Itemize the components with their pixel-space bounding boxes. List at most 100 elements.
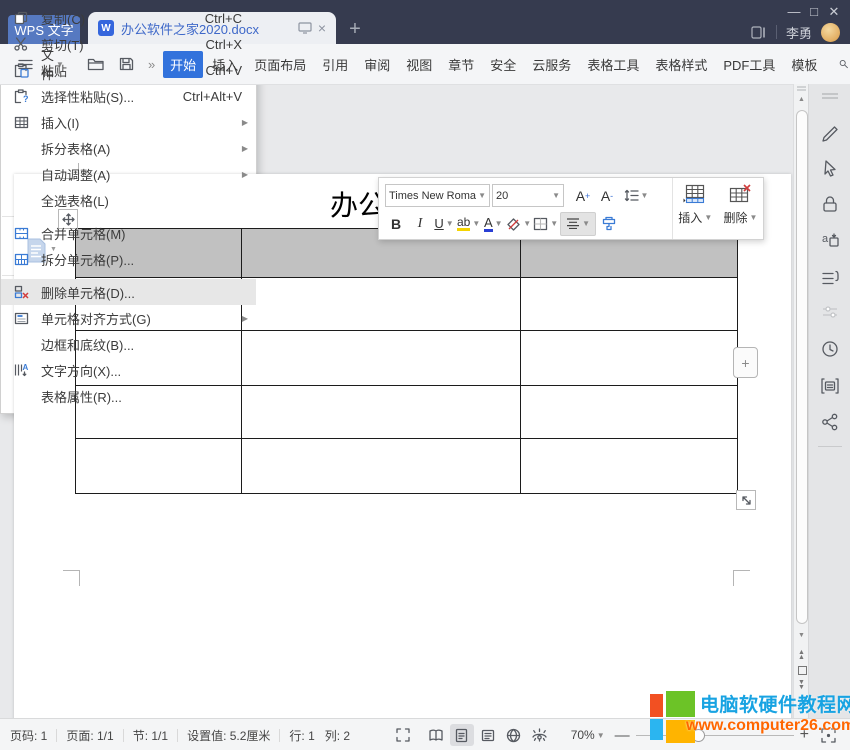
outline-list-icon[interactable] xyxy=(820,266,840,286)
status-section[interactable]: 节: 1/1 xyxy=(133,727,168,744)
highlight-button[interactable]: ab ▼ xyxy=(457,213,480,235)
maximize-button[interactable]: □ xyxy=(804,3,824,21)
find-button[interactable]: 查找 xyxy=(839,45,850,83)
menu-item-paste[interactable]: 粘贴 Ctrl+V xyxy=(1,57,256,83)
tab-section[interactable]: 章节 xyxy=(441,51,481,78)
zoom-out-button[interactable]: — xyxy=(615,727,630,744)
table-cell[interactable] xyxy=(242,331,521,386)
menu-item-split-cells[interactable]: 拆分单元格(P)... xyxy=(1,246,256,272)
menu-item-split-table[interactable]: 拆分表格(A) ▶ xyxy=(1,135,256,161)
menu-item-insert[interactable]: 插入(I) ▶ xyxy=(1,109,256,135)
tab-review[interactable]: 审阅 xyxy=(357,51,397,78)
dropdown-arrow: ▼ xyxy=(641,191,649,200)
history-clock-icon[interactable] xyxy=(820,339,840,359)
tab-table-tools[interactable]: 表格工具 xyxy=(580,51,646,78)
menu-item-cut[interactable]: 剪切(T) Ctrl+X xyxy=(1,31,256,57)
tab-preview-icon[interactable] xyxy=(298,22,312,34)
font-size-select[interactable]: 20 ▼ xyxy=(492,184,564,207)
drag-handle-icon[interactable] xyxy=(820,92,840,112)
web-view-icon[interactable] xyxy=(502,724,526,746)
font-color-button[interactable]: A ▼ xyxy=(482,213,504,235)
table-resize-handle[interactable] xyxy=(736,490,756,510)
shrink-font-button[interactable]: A- xyxy=(596,185,618,207)
split-handle-icon[interactable] xyxy=(797,86,806,92)
minimize-button[interactable]: — xyxy=(784,3,804,21)
menu-item-cell-alignment[interactable]: 单元格对齐方式(G) ▶ xyxy=(1,305,256,331)
eye-protect-icon[interactable] xyxy=(528,724,552,746)
lock-icon[interactable] xyxy=(820,194,840,214)
tab-security[interactable]: 安全 xyxy=(483,51,523,78)
table-cell[interactable] xyxy=(242,386,521,439)
menu-item-delete-cells[interactable]: 删除单元格(D)... xyxy=(1,279,256,305)
fullscreen-icon[interactable] xyxy=(391,724,415,746)
delete-cells-icon xyxy=(13,285,29,299)
tab-pdf-tools[interactable]: PDF工具 xyxy=(716,51,782,78)
translate-icon[interactable]: a xyxy=(820,230,840,250)
underline-label: U xyxy=(434,216,443,231)
new-tab-button[interactable]: + xyxy=(344,18,366,40)
select-cursor-icon[interactable] xyxy=(820,159,840,179)
tab-page-layout[interactable]: 页面布局 xyxy=(247,51,313,78)
menu-item-borders-shading[interactable]: 边框和底纹(B)... xyxy=(1,331,256,357)
share-icon[interactable] xyxy=(820,412,840,432)
scroll-down-arrow[interactable]: ▼ xyxy=(794,632,809,639)
vertical-scrollbar[interactable]: ▲ ▼ ▲▲ ▼▼ xyxy=(793,84,809,718)
scrollbar-thumb[interactable] xyxy=(796,110,808,624)
menu-item-paste-special[interactable]: ? 选择性粘贴(S)... Ctrl+Alt+V xyxy=(1,83,256,109)
menu-item-table-properties[interactable]: 表格属性(R)... xyxy=(1,383,256,409)
tab-close-icon[interactable]: × xyxy=(318,20,326,36)
user-area: 李勇 xyxy=(751,22,840,42)
tab-table-style[interactable]: 表格样式 xyxy=(648,51,714,78)
delete-table-button[interactable]: 删除▼ xyxy=(723,184,757,239)
scroll-up-arrow[interactable]: ▲ xyxy=(794,96,809,103)
menu-item-merge-cells[interactable]: 合并单元格(M) xyxy=(1,220,256,246)
select-browse-object-button[interactable] xyxy=(798,666,807,675)
italic-button[interactable]: I xyxy=(409,213,431,235)
previous-page-button[interactable]: ▲▲ xyxy=(794,650,809,660)
menu-item-select-table[interactable]: 全选表格(L) xyxy=(1,187,256,213)
align-center-button[interactable]: ▼ xyxy=(560,212,596,236)
read-mode-icon[interactable] xyxy=(424,724,448,746)
menu-item-text-direction[interactable]: A 文字方向(X)... xyxy=(1,357,256,383)
menu-item-autofit[interactable]: 自动调整(A) ▶ xyxy=(1,161,256,187)
font-size-value: 20 xyxy=(496,190,508,202)
avatar[interactable] xyxy=(821,23,840,42)
table-cell[interactable] xyxy=(521,331,738,386)
table-cell[interactable] xyxy=(242,278,521,331)
add-column-button[interactable]: + xyxy=(733,347,758,378)
table-cell[interactable] xyxy=(521,386,738,439)
outline-view-icon[interactable] xyxy=(476,724,500,746)
table-cell[interactable] xyxy=(521,278,738,331)
status-page-count[interactable]: 页面: 1/1 xyxy=(66,727,113,744)
tab-cloud[interactable]: 云服务 xyxy=(525,51,578,78)
close-button[interactable]: ✕ xyxy=(824,3,844,21)
submenu-arrow: ▶ xyxy=(242,314,248,323)
side-by-side-icon[interactable] xyxy=(751,26,767,39)
tab-templates[interactable]: 模板 xyxy=(784,51,824,78)
user-name[interactable]: 李勇 xyxy=(786,23,812,42)
status-page-number[interactable]: 页码: 1 xyxy=(10,727,47,744)
bold-button[interactable]: B xyxy=(385,213,407,235)
pen-edit-icon[interactable] xyxy=(820,124,840,144)
tab-references[interactable]: 引用 xyxy=(315,51,355,78)
page-view-icon[interactable] xyxy=(450,724,474,746)
line-spacing-button[interactable]: ▼ xyxy=(620,185,652,207)
table-cell[interactable] xyxy=(521,439,738,494)
font-name-select[interactable]: Times New Roma ▼ xyxy=(385,184,490,207)
borders-button[interactable]: ▼ xyxy=(533,213,558,235)
tab-view[interactable]: 视图 xyxy=(399,51,439,78)
notes-panel-icon[interactable] xyxy=(820,376,840,396)
table-row[interactable] xyxy=(76,439,738,494)
table-cell[interactable] xyxy=(76,439,242,494)
menu-item-copy[interactable]: 复制(C) Ctrl+C xyxy=(1,5,256,31)
watermark-logo-square-green xyxy=(666,691,695,717)
shading-button[interactable]: ▼ xyxy=(506,213,531,235)
table-cell[interactable] xyxy=(242,439,521,494)
format-painter-button[interactable] xyxy=(598,213,620,235)
grow-font-button[interactable]: A+ xyxy=(572,185,594,207)
submenu-arrow: ▶ xyxy=(242,144,248,153)
zoom-level-select[interactable]: 70% ▼ xyxy=(571,728,605,742)
insert-table-button[interactable]: 插入▼ xyxy=(678,184,712,239)
underline-button[interactable]: U ▼ xyxy=(433,213,455,235)
status-setting[interactable]: 设置值: 5.2厘米 xyxy=(187,727,270,744)
